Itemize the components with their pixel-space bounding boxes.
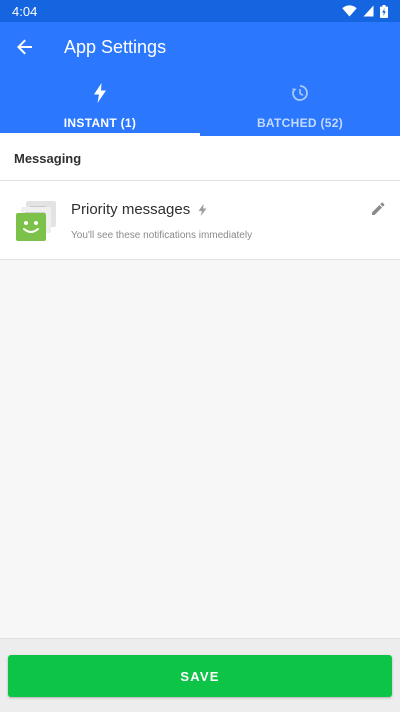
wifi-icon — [342, 5, 357, 17]
item-subtitle: You'll see these notifications immediate… — [71, 230, 253, 241]
item-title: Priority messages — [71, 201, 191, 218]
app-bar: App Settings INSTANT (1) BATCHED (52) — [0, 22, 400, 136]
toolbar: App Settings — [0, 22, 400, 72]
item-title-row: Priority messages — [71, 201, 207, 218]
section-header: Messaging — [0, 136, 400, 181]
app-screen: 4:04 App Settings INSTANT (1) BATCHED (5… — [0, 0, 400, 712]
tab-batched-label: BATCHED (52) — [256, 116, 344, 130]
lightning-small-icon — [198, 203, 207, 216]
message-app-icon — [16, 201, 56, 241]
tab-instant[interactable]: INSTANT (1) — [0, 72, 200, 136]
empty-content-area — [0, 260, 400, 638]
history-icon — [291, 85, 308, 101]
edit-button[interactable] — [368, 199, 388, 219]
lightning-icon — [94, 83, 106, 103]
page-title: App Settings — [64, 36, 167, 57]
bottom-bar: SAVE — [0, 638, 400, 712]
back-button[interactable] — [0, 22, 50, 72]
battery-charging-icon — [380, 4, 388, 18]
tab-batched[interactable]: BATCHED (52) — [200, 72, 400, 136]
status-time: 4:04 — [12, 3, 38, 19]
tab-bar: INSTANT (1) BATCHED (52) — [0, 72, 400, 136]
arrow-back-icon — [17, 39, 32, 55]
list-item-priority-messages[interactable]: Priority messages You'll see these notif… — [0, 181, 400, 260]
edit-pencil-icon — [372, 202, 385, 215]
signal-icon — [363, 5, 374, 17]
tab-instant-label: INSTANT (1) — [63, 116, 137, 130]
status-icons — [342, 4, 388, 18]
status-bar: 4:04 — [0, 0, 400, 22]
save-button[interactable]: SAVE — [8, 655, 392, 697]
section-title: Messaging — [14, 150, 82, 166]
